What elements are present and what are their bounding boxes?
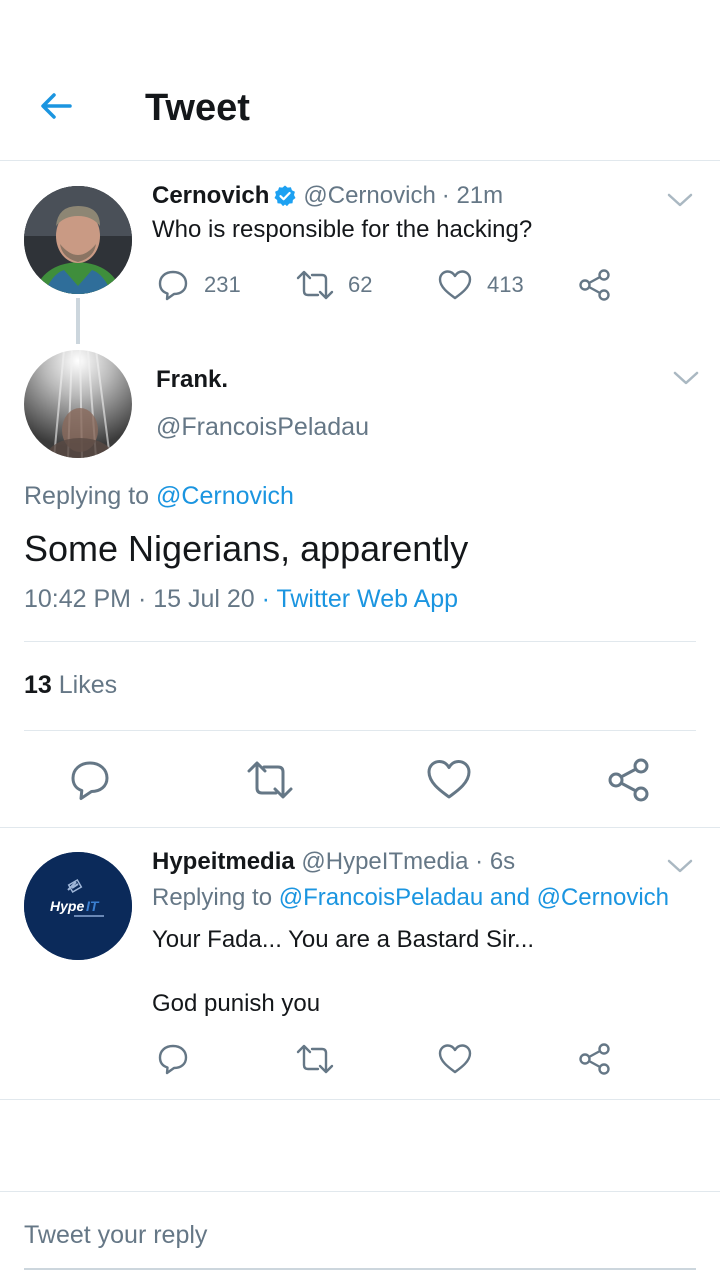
composer-underline [24,1268,696,1270]
avatar-logo-accent: IT [86,898,100,914]
tweet-meta: 10:42 PM · 15 Jul 20 · Twitter Web App [24,585,458,614]
author-name[interactable]: Hypeitmedia [152,848,295,875]
likes-label: Likes [58,671,118,699]
likes-count: 13 [24,671,52,699]
replying-to-line: Replying to @Cernovich [24,482,294,511]
thread-line [76,298,80,344]
author-handle[interactable]: @HypeITmedia [301,848,468,875]
like-count: 413 [487,272,524,297]
share-icon[interactable] [605,756,653,804]
replying-to-label: Replying to [152,884,273,911]
reply-icon[interactable] [66,756,114,804]
section-divider [0,827,720,828]
reply-button[interactable]: 231 [156,268,241,302]
verified-badge-icon [274,185,296,207]
mention-link[interactable]: @FrancoisPeladau and @Cernovich [279,884,669,911]
mention-link[interactable]: @Cernovich [156,482,294,510]
header-divider [0,160,720,161]
heart-icon[interactable] [425,756,473,804]
reply-divider [0,1099,720,1100]
back-arrow-icon[interactable] [36,86,76,126]
heart-icon [438,270,472,300]
retweet-button[interactable]: 62 [296,268,372,302]
chevron-down-icon[interactable] [672,368,700,388]
chevron-down-icon[interactable] [666,856,694,876]
replying-to-line: Replying to @FrancoisPeladau and @Cernov… [152,883,669,913]
reply-composer-input[interactable]: Tweet your reply [24,1221,207,1250]
meta-divider [24,641,696,642]
reply-count: 231 [204,272,241,297]
avatar-logo-text: Hype [50,898,84,914]
frank-avatar[interactable] [24,350,132,458]
person-photo-icon [24,186,132,294]
share-icon[interactable] [578,268,612,302]
tweet-time: · 21m [441,182,504,209]
like-button[interactable]: 413 [437,268,524,302]
chevron-down-icon[interactable] [666,190,694,210]
author-handle[interactable]: @FrancoisPeladau [156,413,369,442]
hypeitmedia-avatar[interactable]: Hype IT [24,852,132,960]
tweet-time: · 6s [475,848,516,875]
replying-to-label: Replying to [24,482,150,510]
tweet-text: Some Nigerians, apparently [24,528,469,569]
tweet-text-line-2: God punish you [152,990,321,1017]
cernovich-avatar[interactable] [24,186,132,294]
heart-icon[interactable] [437,1042,473,1076]
likes-divider [24,730,696,731]
retweet-icon[interactable] [246,756,294,804]
tweet-time: 10:42 PM [24,585,132,613]
reply-icon [158,270,188,301]
tweet-text-line-1: Your Fada... You are a Bastard Sir... [152,926,535,953]
author-name[interactable]: Frank. [156,366,228,394]
retweet-count: 62 [348,272,373,297]
shower-photo-icon [24,350,132,458]
reply-icon[interactable] [156,1042,190,1076]
author-handle[interactable]: @Cernovich [303,181,435,211]
share-icon[interactable] [578,1042,612,1076]
author-name[interactable]: Cernovich [152,181,269,211]
retweet-icon [296,270,334,300]
tweet-source-link[interactable]: · Twitter Web App [262,585,458,613]
retweet-icon[interactable] [296,1042,334,1076]
composer-top-divider [0,1191,720,1192]
tweet-text: Who is responsible for the hacking? [152,216,533,243]
likes-summary[interactable]: 13 Likes [24,671,117,700]
hypeit-logo-icon: Hype IT [24,852,132,960]
tweet-date: · 15 Jul 20 [137,585,255,613]
page-title: Tweet [145,87,250,129]
